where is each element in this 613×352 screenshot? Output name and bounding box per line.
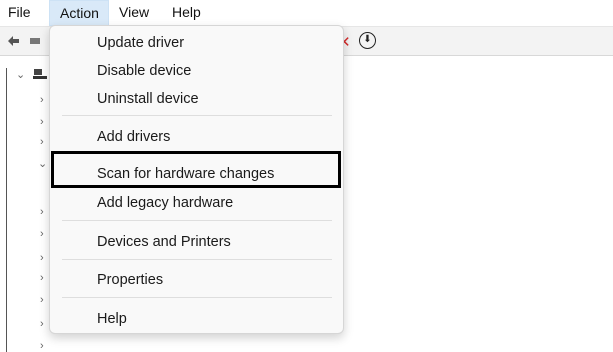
menu-item-add-legacy-hardware[interactable]: Add legacy hardware [97, 195, 233, 211]
forward-arrow-icon[interactable] [30, 38, 40, 44]
menu-item-disable-device[interactable]: Disable device [97, 63, 191, 79]
menu-view[interactable]: View [119, 0, 149, 26]
menu-help[interactable]: Help [172, 0, 201, 26]
menu-file[interactable]: File [8, 0, 31, 26]
menu-separator [62, 259, 332, 260]
chevron-right-icon[interactable]: › [40, 318, 44, 330]
action-menu: Update driver Disable device Uninstall d… [49, 25, 344, 334]
menu-separator [62, 297, 332, 298]
menu-item-add-drivers[interactable]: Add drivers [97, 129, 170, 145]
menu-item-update-driver[interactable]: Update driver [97, 35, 184, 51]
menubar: File Action View Help [0, 0, 613, 26]
back-arrow-icon[interactable] [6, 34, 20, 48]
chevron-right-icon[interactable]: › [40, 272, 44, 284]
chevron-right-icon[interactable]: › [40, 206, 44, 218]
download-icon[interactable]: ⬇ [359, 32, 376, 49]
menu-item-uninstall-device[interactable]: Uninstall device [97, 91, 199, 107]
menu-item-properties[interactable]: Properties [97, 272, 163, 288]
chevron-right-icon[interactable]: › [40, 294, 44, 306]
chevron-right-icon[interactable]: › [40, 136, 44, 148]
menu-item-scan-hardware[interactable]: Scan for hardware changes [97, 166, 274, 182]
chevron-right-icon[interactable]: › [40, 252, 44, 264]
chevron-right-icon[interactable]: › [40, 94, 44, 106]
menu-item-devices-and-printers[interactable]: Devices and Printers [97, 234, 231, 250]
computer-icon [33, 69, 47, 79]
menu-action[interactable]: Action [49, 0, 109, 26]
chevron-down-icon[interactable]: ⌄ [38, 157, 47, 170]
chevron-right-icon[interactable]: › [40, 340, 44, 352]
menu-separator [62, 115, 332, 116]
pane-divider [6, 68, 7, 352]
chevron-down-icon[interactable]: ⌄ [16, 68, 25, 81]
menu-item-help[interactable]: Help [97, 311, 127, 327]
chevron-right-icon[interactable]: › [40, 228, 44, 240]
menu-separator [62, 220, 332, 221]
chevron-right-icon[interactable]: › [40, 116, 44, 128]
